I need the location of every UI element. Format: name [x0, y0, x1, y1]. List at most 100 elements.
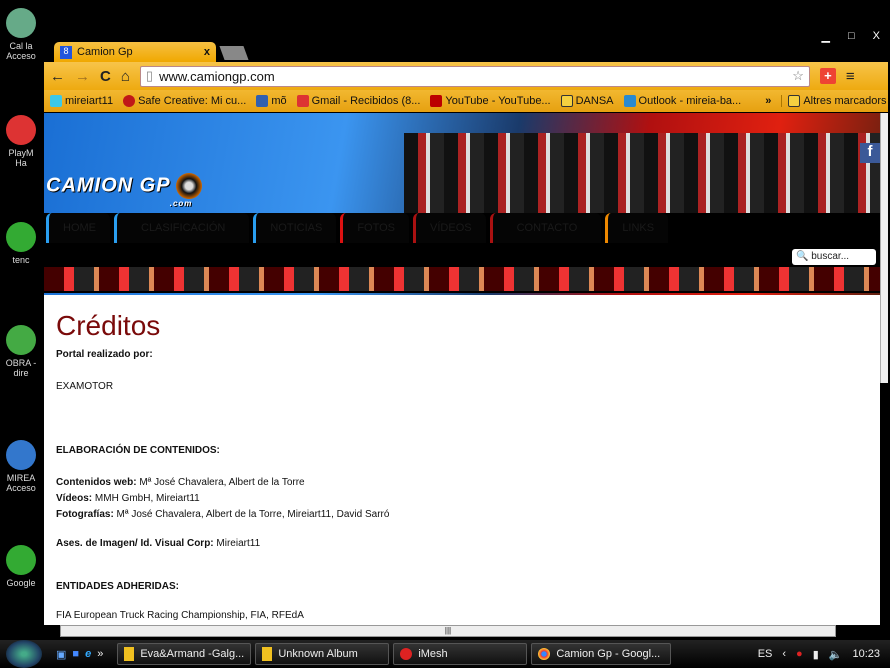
internet-explorer-icon[interactable]: e: [85, 648, 91, 661]
chrome-icon: [538, 648, 551, 660]
tray-app-icon[interactable]: ●: [796, 648, 803, 660]
desktop-icon[interactable]: tenc: [0, 222, 42, 265]
bookmark-item[interactable]: YouTube - YouTube...: [430, 94, 551, 108]
nav-videos[interactable]: VÍDEOS: [413, 213, 486, 243]
reload-button[interactable]: C: [100, 68, 111, 85]
nav-fotos[interactable]: FOTOS: [340, 213, 410, 243]
bookmark-item[interactable]: Outlook - mireia-ba...: [623, 94, 742, 108]
taskbar-label: iMesh: [418, 648, 448, 660]
facebook-icon[interactable]: f: [860, 143, 880, 163]
portal-value: EXAMOTOR: [56, 381, 114, 392]
folder-icon: [560, 95, 573, 108]
quick-launch-overflow[interactable]: »: [97, 648, 103, 661]
header-bottom-image: [44, 267, 880, 291]
videos-label: Vídeos:: [56, 493, 93, 504]
bookmark-item[interactable]: mõ: [256, 94, 287, 108]
nav-clasificacion[interactable]: CLASIFICACIÓN: [114, 213, 250, 243]
bookmark-item[interactable]: Gmail - Recibidos (8...: [296, 94, 421, 108]
taskbar-label: Camion Gp - Googl...: [556, 648, 661, 660]
other-bookmarks[interactable]: Altres marcadors: [781, 94, 886, 108]
desktop-icon-label: PlayM Ha: [8, 148, 34, 168]
language-indicator[interactable]: ES: [758, 648, 773, 660]
entidades-heading: ENTIDADES ADHERIDAS:: [56, 581, 179, 592]
bookmarks-overflow-button[interactable]: »: [765, 95, 771, 107]
switch-windows-icon[interactable]: ■: [72, 648, 79, 661]
extension-button[interactable]: +: [819, 68, 836, 84]
page-icon: ▯: [145, 68, 154, 83]
bookmark-star-icon[interactable]: ☆: [792, 68, 804, 84]
desktop-icon[interactable]: Google: [0, 545, 42, 588]
bookmark-label: YouTube - YouTube...: [445, 94, 551, 107]
desktop-icon-label: tenc: [12, 255, 30, 265]
volume-icon[interactable]: 🔈: [829, 648, 843, 661]
outlook-icon: [623, 95, 636, 108]
search-placeholder: buscar...: [811, 251, 850, 262]
bookmark-item[interactable]: mireiart11: [50, 94, 114, 108]
desktop-icon[interactable]: MIREA Acceso: [0, 440, 42, 493]
desktop-icon-label: Google: [6, 578, 36, 588]
taskbar-item[interactable]: Camion Gp - Googl...: [531, 643, 672, 665]
ases-label: Ases. de Imagen/ Id. Visual Corp:: [56, 538, 214, 549]
youtube-icon: [430, 95, 443, 108]
gmail-icon: [296, 95, 309, 108]
menu-button[interactable]: ≡: [846, 68, 855, 85]
bookmark-favicon-icon: [50, 95, 62, 108]
url-text: www.camiongp.com: [159, 68, 275, 84]
vertical-scrollbar[interactable]: [880, 113, 888, 383]
taskbar-label: Unknown Album: [278, 648, 358, 660]
chrome-icon: [6, 545, 36, 575]
taskbar-item[interactable]: Eva&Armand -Galg...: [117, 643, 252, 665]
minimize-button[interactable]: ▁: [822, 30, 830, 43]
bookmark-label: mireiart11: [65, 94, 114, 107]
bookmark-favicon-icon: [256, 95, 269, 108]
forward-button[interactable]: →: [75, 68, 90, 85]
portal-label: Portal realizado por:: [56, 349, 153, 360]
taskbar-item[interactable]: iMesh: [393, 643, 528, 665]
bookmark-label: mõ: [271, 94, 287, 107]
clock[interactable]: 10:23: [852, 648, 880, 660]
horizontal-scrollbar[interactable]: |||: [60, 625, 836, 637]
address-bar[interactable]: ▯ www.camiongp.com ☆: [139, 65, 810, 87]
tab-close-button[interactable]: x: [204, 46, 210, 58]
desktop-icon[interactable]: OBRA - dire: [0, 325, 42, 378]
nav-links[interactable]: LINKS: [605, 213, 669, 243]
ases-value: Mireiart11: [213, 538, 261, 549]
bookmark-label: Outlook - mireia-ba...: [638, 94, 742, 107]
back-button[interactable]: ←: [50, 68, 65, 85]
browser-window: ▁ □ X 8 Camion Gp x ← → C ⌂ ▯ www.camion…: [42, 28, 888, 640]
close-button[interactable]: X: [873, 30, 880, 43]
new-tab-button[interactable]: [219, 46, 249, 60]
show-desktop-icon[interactable]: ▣: [56, 648, 66, 661]
fotos-label: Fotografías:: [56, 509, 114, 520]
videos-value: MMH GmbH, Mireiart11: [92, 493, 200, 504]
desktop-icon-label: MIREA Acceso: [6, 473, 36, 493]
site-logo[interactable]: CAMION GP .com: [46, 173, 203, 208]
maximize-button[interactable]: □: [848, 30, 855, 43]
nav-contacto[interactable]: CONTACTO: [489, 213, 602, 243]
search-icon: 🔍: [796, 251, 809, 262]
shortcut-icon: [6, 115, 36, 145]
fotos-value: Mª José Chavalera, Albert de la Torre, M…: [113, 509, 390, 520]
taskbar-item[interactable]: Unknown Album: [255, 643, 390, 665]
desktop-icon[interactable]: PlayM Ha: [0, 115, 42, 168]
shortcut-icon: [6, 325, 36, 355]
home-button[interactable]: ⌂: [121, 68, 130, 85]
desktop-icon-label: OBRA - dire: [5, 358, 37, 378]
tray-expand-button[interactable]: ‹: [782, 648, 786, 660]
bookmark-item[interactable]: DANSA: [560, 95, 614, 108]
start-button[interactable]: [6, 640, 42, 668]
browser-toolbar: ← → C ⌂ ▯ www.camiongp.com ☆ + ≡: [44, 62, 888, 90]
bookmark-item[interactable]: Safe Creative: Mi cu...: [123, 95, 246, 108]
shortcut-icon: [6, 8, 36, 38]
web-label: Contenidos web:: [56, 477, 137, 488]
nav-noticias[interactable]: NOTICIAS: [253, 213, 337, 243]
desktop-icon[interactable]: Cal la Acceso: [0, 8, 42, 61]
bookmark-label: Gmail - Recibidos (8...: [311, 94, 421, 107]
logo-subtext: .com: [169, 199, 193, 208]
wheel-icon: [176, 173, 203, 199]
system-tray: ES ‹ ● ▮ 🔈 10:23: [758, 648, 890, 661]
search-input[interactable]: 🔍 buscar...: [792, 249, 876, 265]
tab-camion-gp[interactable]: 8 Camion Gp x: [54, 42, 216, 62]
nav-home[interactable]: HOME: [46, 213, 110, 243]
network-icon[interactable]: ▮: [813, 648, 819, 661]
